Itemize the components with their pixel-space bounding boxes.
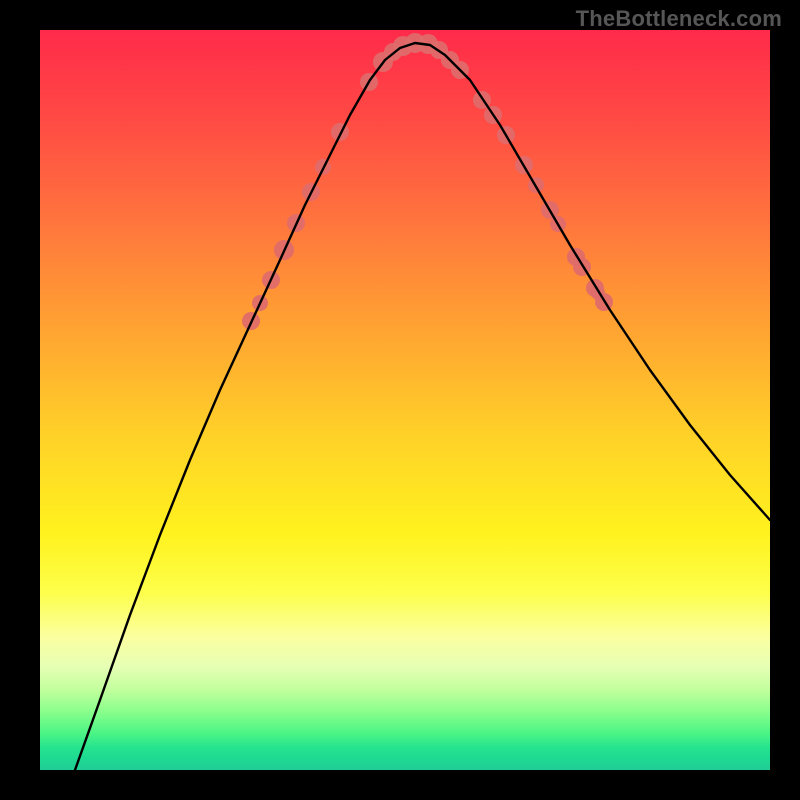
data-marker: [331, 123, 349, 141]
plot-area: [40, 30, 770, 770]
bottleneck-curve: [75, 43, 770, 770]
marker-layer: [242, 33, 613, 330]
chart-svg: [40, 30, 770, 770]
chart-frame: TheBottleneck.com: [0, 0, 800, 800]
watermark-text: TheBottleneck.com: [576, 6, 782, 32]
